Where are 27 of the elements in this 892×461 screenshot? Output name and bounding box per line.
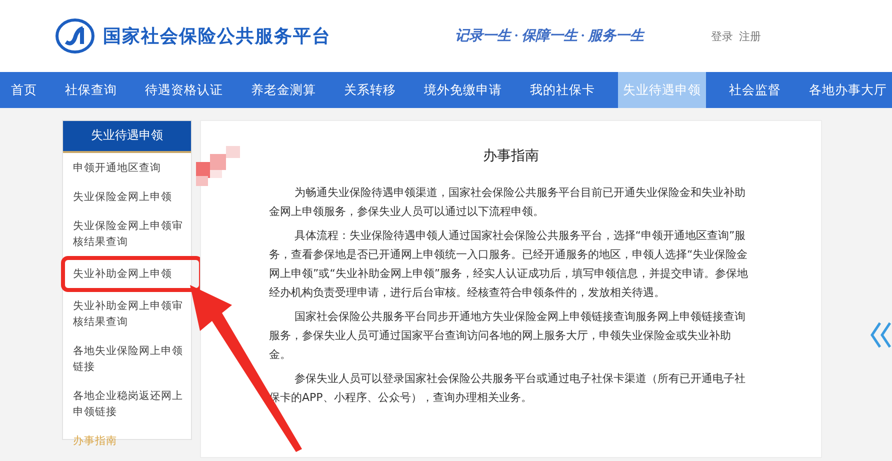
mosaic-patch <box>196 146 240 186</box>
sidebar-item[interactable]: 失业保险金网上申领 <box>63 183 191 211</box>
nav-item[interactable]: 关系转移 <box>339 72 401 108</box>
nav-item[interactable]: 我的社保卡 <box>525 72 600 108</box>
header-link[interactable]: 登录 <box>711 28 733 44</box>
nav-item[interactable]: 各地办事大厅 <box>804 72 892 108</box>
paragraph: 为畅通失业保险待遇申领渠道，国家社会保险公共服务平台目前已开通失业保险金和失业补助金网上申领服务，参保失业人员可以通过以下流程申领。 <box>269 185 746 220</box>
slogan: 记录一生 · 保障一生 · 服务一生 <box>455 27 646 45</box>
nav-item[interactable]: 境外免缴申请 <box>419 72 507 108</box>
logo-icon <box>55 18 95 54</box>
paragraph: 国家社会保险公共服务平台同步开通地方失业保险金网上申领链接查询服务网上申领链接查询服务，参保失业人员可通过国家平台查询访问各地的网上服务大厅，申领失业保险金或失业补助金。 <box>269 309 746 363</box>
nav-item[interactable]: 社保查询 <box>60 72 122 108</box>
sidebar-item[interactable]: 失业补助金网上申领审核结果查询 <box>63 292 191 336</box>
nav-item[interactable]: 首页 <box>6 72 42 108</box>
header-link[interactable]: 注册 <box>739 28 761 44</box>
nav-item[interactable]: 养老金测算 <box>246 72 321 108</box>
double-chevron-icon[interactable] <box>870 322 892 348</box>
sidebar-item[interactable]: 各地企业稳岗返还网上申领链接 <box>63 382 191 426</box>
sidebar-title: 失业待遇申领 <box>63 121 191 153</box>
sidebar-item[interactable]: 失业保险金网上申领审核结果查询 <box>63 212 191 256</box>
paragraph: 具体流程：失业保险待遇申领人通过国家社会保险公共服务平台，选择“申领开通地区查询”服务，查看参保地是否已开通网上申领统一入口服务。已经开通服务的地区，申领人选择“失业保险金网上申领”或“失业补助金网上申领”服务，经实人认证成功后，填写申领信息，并提交申请。参保地经办机构负责受理申请，进行后台审核。经核查符合申领条件的，发放相关待遇。 <box>269 228 749 301</box>
sidebar-item[interactable]: 申领开通地区查询 <box>63 154 191 182</box>
nav-item[interactable]: 待遇资格认证 <box>140 72 228 108</box>
content-title: 办事指南 <box>482 147 540 165</box>
sidebar-item[interactable]: 各地失业保险网上申领链接 <box>63 337 191 381</box>
nav-item[interactable]: 社会监督 <box>724 72 786 108</box>
site-title: 国家社会保险公共服务平台 <box>103 25 331 48</box>
